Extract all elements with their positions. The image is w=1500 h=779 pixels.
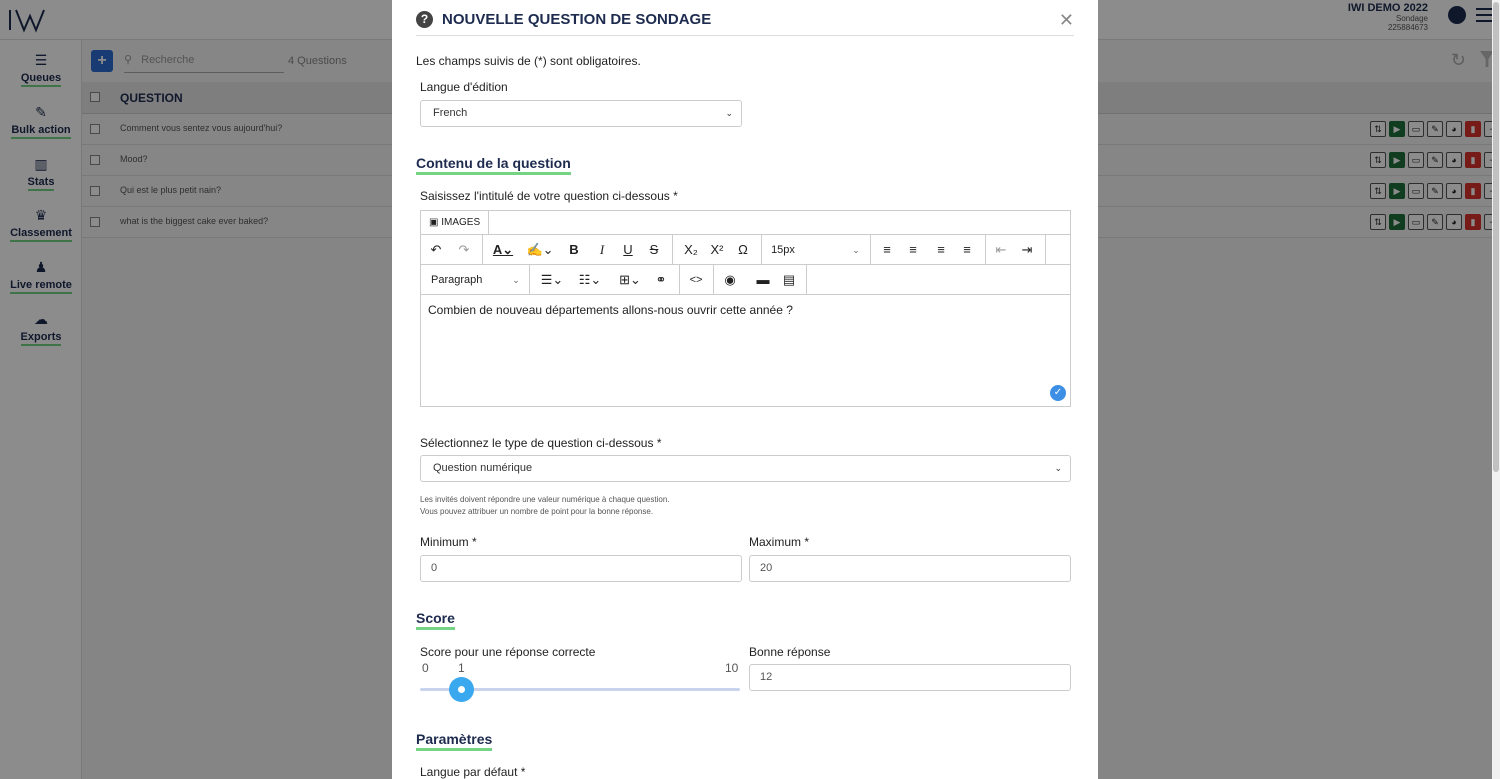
question-mark-icon: ? [416, 11, 433, 28]
images-button[interactable]: ▣ IMAGES [421, 211, 490, 234]
hint-line: Les invités doivent répondre une valeur … [420, 495, 670, 504]
link-icon[interactable]: ⚭ [653, 265, 669, 295]
chevron-down-icon: ⌄ [852, 245, 860, 255]
section-title: Score [416, 610, 455, 630]
good-answer-input[interactable]: 12 [749, 664, 1071, 691]
align-justify-icon[interactable]: ≡ [959, 235, 975, 265]
align-center-icon[interactable]: ≡ [905, 235, 921, 265]
modal-header: ? NOUVELLE QUESTION DE SONDAGE ✕ [416, 10, 1074, 36]
editor-toolbar-row-1: ↶ ↷ A⌄ ✍⌄ B I U S X₂ X² Ω 15px ⌄ ≡ ≡ ≡ ≡… [421, 235, 1070, 265]
print-icon[interactable]: ▬ [755, 265, 771, 295]
editor-text: Combien de nouveau départements allons-n… [428, 303, 793, 317]
edit-language-value: French [433, 107, 468, 119]
good-answer-label: Bonne réponse [749, 645, 831, 659]
rich-text-editor: ▣ IMAGES ↶ ↷ A⌄ ✍⌄ B I U S X₂ X² Ω 15px … [420, 210, 1071, 407]
question-type-select[interactable]: Question numérique ⌄ [420, 455, 1071, 482]
align-right-icon[interactable]: ≡ [933, 235, 949, 265]
preview-icon[interactable]: ◉ [721, 265, 739, 295]
bullet-list-icon[interactable]: ☰⌄ [537, 265, 567, 295]
editor-tabs: ▣ IMAGES [421, 211, 1070, 235]
block-format-select[interactable]: Paragraph [431, 265, 491, 295]
question-text-label: Saisissez l'intitulé de votre question c… [420, 189, 678, 203]
bold-icon[interactable]: B [567, 235, 581, 265]
section-title: Contenu de la question [416, 155, 571, 175]
superscript-icon[interactable]: X² [707, 235, 727, 265]
underline-icon[interactable]: U [621, 235, 635, 265]
question-type-label: Sélectionnez le type de question ci-dess… [420, 436, 662, 450]
required-note: Les champs suivis de (*) sont obligatoir… [416, 54, 641, 68]
section-title: Paramètres [416, 731, 493, 751]
minimum-input[interactable]: 0 [420, 555, 742, 582]
image-icon: ▣ [429, 217, 439, 228]
maximum-input[interactable]: 20 [749, 555, 1071, 582]
close-icon[interactable]: ✕ [1059, 10, 1074, 31]
score-label: Score pour une réponse correcte [420, 645, 596, 659]
editor-content[interactable]: Combien de nouveau départements allons-n… [421, 295, 1070, 406]
question-type-value: Question numérique [433, 462, 533, 474]
table-icon[interactable]: ⊞⌄ [615, 265, 645, 295]
chevron-down-icon: ⌄ [725, 108, 733, 118]
code-icon[interactable]: <> [687, 265, 705, 295]
modal-title: NOUVELLE QUESTION DE SONDAGE [442, 11, 712, 28]
minimum-label: Minimum * [420, 535, 477, 549]
slider-value: 1 [458, 661, 465, 675]
section-score: Score [416, 610, 455, 630]
chevron-down-icon: ⌄ [1054, 463, 1062, 473]
outdent-icon[interactable]: ⇤ [993, 235, 1009, 265]
subscript-icon[interactable]: X₂ [681, 235, 701, 265]
undo-icon[interactable]: ↶ [427, 235, 445, 265]
paste-icon[interactable]: ▤ [781, 265, 797, 295]
maximum-label: Maximum * [749, 535, 810, 549]
font-size-select[interactable]: 15px [771, 235, 795, 265]
numbered-list-icon[interactable]: ☷⌄ [575, 265, 605, 295]
section-parameters: Paramètres [416, 731, 493, 751]
hint-line: Vous pouvez attribuer un nombre de point… [420, 507, 654, 516]
slider-min: 0 [422, 661, 429, 675]
new-question-modal: ? NOUVELLE QUESTION DE SONDAGE ✕ Les cha… [392, 0, 1098, 779]
images-button-label: IMAGES [441, 217, 481, 228]
default-language-label: Langue par défaut * [420, 765, 526, 779]
indent-icon[interactable]: ⇥ [1019, 235, 1035, 265]
italic-icon[interactable]: I [595, 235, 609, 265]
scrollbar-thumb[interactable] [1493, 2, 1499, 472]
text-color-icon[interactable]: A⌄ [489, 235, 517, 265]
question-type-hint: Les invités doivent répondre une valeur … [420, 494, 670, 518]
check-icon: ✓ [1050, 385, 1066, 401]
edit-language-label: Langue d'édition [420, 80, 508, 94]
redo-icon[interactable]: ↷ [455, 235, 473, 265]
slider-max: 10 [725, 661, 739, 675]
chevron-down-icon: ⌄ [512, 275, 520, 285]
align-left-icon[interactable]: ≡ [879, 235, 895, 265]
highlight-icon[interactable]: ✍⌄ [525, 235, 555, 265]
special-char-icon[interactable]: Ω [735, 235, 751, 265]
editor-toolbar-row-2: Paragraph ⌄ ☰⌄ ☷⌄ ⊞⌄ ⚭ <> ◉ ▬ ▤ [421, 265, 1070, 295]
score-slider-handle[interactable] [449, 677, 474, 702]
edit-language-select[interactable]: French ⌄ [420, 100, 742, 127]
page-scrollbar[interactable] [1492, 0, 1500, 779]
section-question-content: Contenu de la question [416, 155, 571, 175]
strikethrough-icon[interactable]: S [647, 235, 661, 265]
